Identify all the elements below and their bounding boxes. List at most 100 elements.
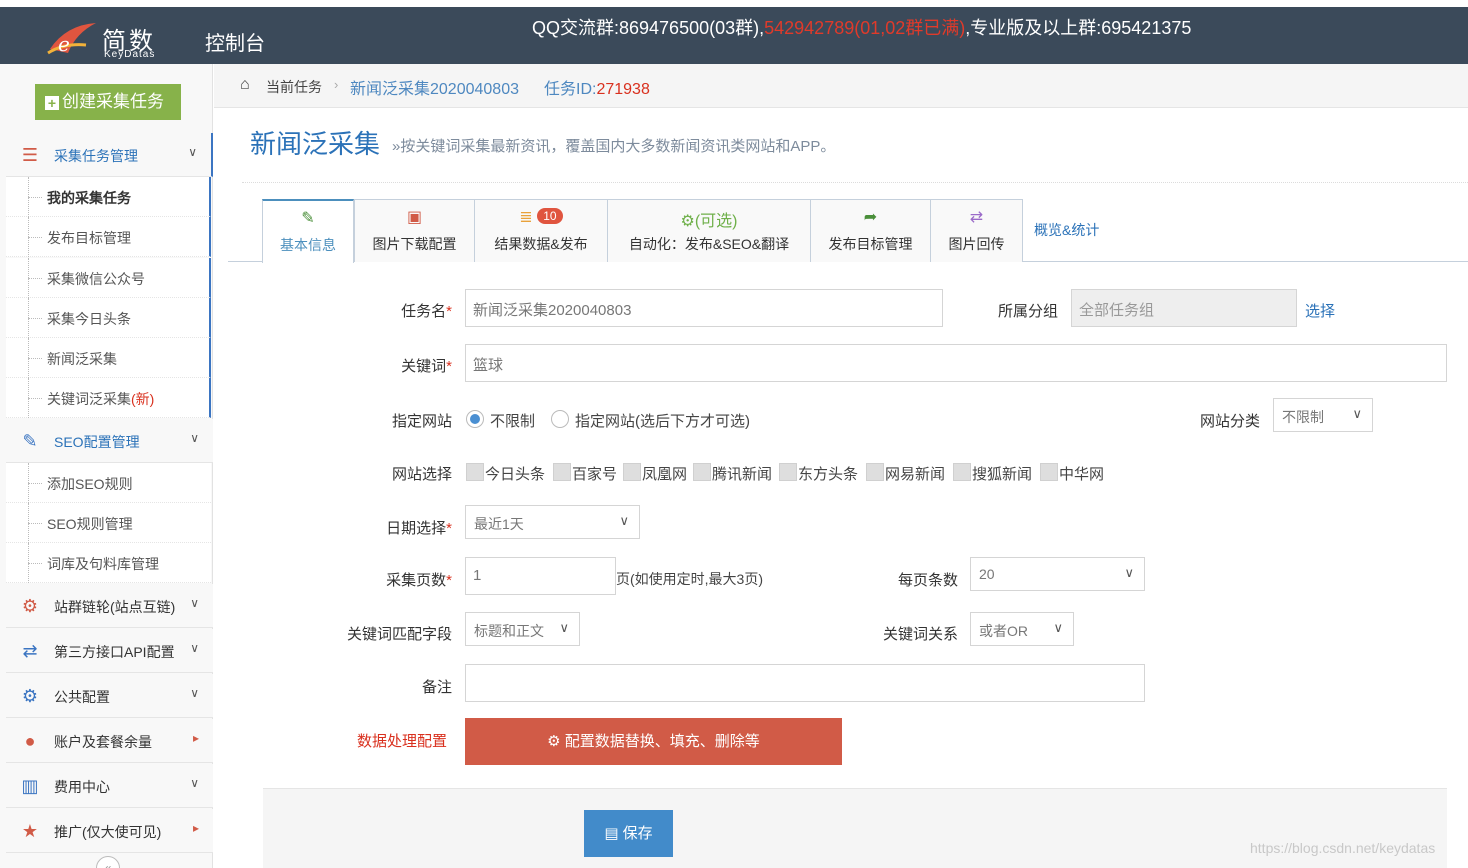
new-tag: (新) [131,391,155,407]
site-checkbox-label[interactable]: 中华网 [1059,463,1104,484]
site-checkbox[interactable] [953,463,971,481]
radio-unlimited[interactable] [466,410,484,428]
tab-results-publish[interactable]: ≣ 10 结果数据&发布 [474,199,608,262]
breadcrumb: ⌂ 当前任务 › 新闻泛采集2020040803 任务ID:271938 [214,64,1468,108]
chevron-down-icon: ∨ [1352,406,1362,421]
tab-overview-stats[interactable]: 概览&统计 [1034,220,1099,240]
site-checkbox[interactable] [553,463,571,481]
site-checkbox[interactable] [623,463,641,481]
sidebar-item-wechat[interactable]: 采集微信公众号 [6,258,211,298]
logo-mark-icon: e [47,23,96,56]
match-field-label: 关键词匹配字段 [346,626,452,643]
site-checkbox[interactable] [1040,463,1058,481]
task-id-value: 271938 [596,81,650,98]
nav-promotion[interactable]: ★ 推广(仅大使可见) ▸ [6,809,213,853]
create-task-button[interactable]: + 创建采集任务 [35,84,181,120]
site-checkbox[interactable] [866,463,884,481]
group-label: 所属分组 [997,303,1058,320]
data-processing-button[interactable]: ⚙ 配置数据替换、填充、删除等 [465,718,842,765]
tab-label: 基本信息 [280,237,336,253]
nav-site-links[interactable]: ⚙ 站群链轮(站点互链) ∨ [6,584,213,628]
keyword-input[interactable]: 篮球 [465,344,1447,382]
edit-icon: ✎ [301,210,315,227]
chevron-down-icon: ∨ [190,686,199,700]
select-value: 或者OR [979,623,1028,639]
required-mark: * [446,572,452,589]
label-text: 关键词 [401,358,447,375]
qq-group-notice: QQ交流群:869476500(03群),542942789(01,02群已满)… [532,14,1191,40]
site-checkbox-label[interactable]: 今日头条 [485,463,545,484]
select-value: 标题和正文 [474,623,544,639]
edit-icon: ✎ [22,431,38,451]
site-category-select[interactable]: 不限制 ∨ [1273,398,1373,432]
site-checkbox-label[interactable]: 凤凰网 [642,463,687,484]
radio-specified[interactable] [551,410,569,428]
sidebar-item-corpus[interactable]: 词库及句料库管理 [6,543,211,583]
nav-public-config[interactable]: ⚙ 公共配置 ∨ [6,674,213,718]
nav-label: 第三方接口API配置 [54,644,175,660]
note-input[interactable] [465,664,1145,702]
watermark: https://blog.csdn.net/keydatas [1250,840,1436,856]
tab-basic-info[interactable]: ✎ 基本信息 [262,199,354,263]
gears-icon: ⚙(可选) [680,213,738,230]
sidebar-item-seo-rules[interactable]: SEO规则管理 [6,503,211,543]
sidebar-item-news-collect[interactable]: 新闻泛采集 [6,338,211,378]
logo-subtext: KeyDatas [104,49,156,60]
sidebar-item-publish-targets[interactable]: 发布目标管理 [6,217,211,257]
group-select-link[interactable]: 选择 [1305,300,1335,321]
breadcrumb-current[interactable]: 当前任务 [266,77,322,97]
sidebar-item-toutiao[interactable]: 采集今日头条 [6,298,211,338]
site-checkbox-label[interactable]: 腾讯新闻 [712,463,772,484]
site-checkbox[interactable] [466,463,484,481]
tab-label: 发布目标管理 [828,236,913,252]
radio-unlimited-label[interactable]: 不限制 [490,410,535,431]
site-checkbox[interactable] [693,463,711,481]
pages-hint: 页(如使用定时,最大3页) [616,571,763,587]
tab-publish-targets[interactable]: ➦ 发布目标管理 [810,199,931,262]
tab-automation[interactable]: ⚙(可选) 自动化：发布&SEO&翻译 [607,199,811,262]
home-icon[interactable]: ⌂ [240,76,250,94]
site-checkbox-label[interactable]: 百家号 [572,463,617,484]
date-select[interactable]: 最近1天 ∨ [465,505,640,539]
create-task-label: 创建采集任务 [62,92,164,111]
sidebar-item-my-tasks[interactable]: 我的采集任务 [6,177,211,217]
save-button[interactable]: ▤ 保存 [584,810,673,857]
sidebar-item-add-seo[interactable]: 添加SEO规则 [6,463,211,503]
nav-account[interactable]: ● 账户及套餐余量 ▸ [6,719,213,763]
per-page-select[interactable]: 20 ∨ [970,557,1145,591]
nav-seo-management[interactable]: ✎ SEO配置管理 ∨ [6,419,213,463]
site-category-label: 网站分类 [1199,413,1260,430]
list-icon: ☰ [21,145,39,165]
radio-specified-label[interactable]: 指定网站(选后下方才可选) [575,410,750,431]
site-checkbox-label[interactable]: 搜狐新闻 [972,463,1032,484]
site-checkbox-label[interactable]: 网易新闻 [885,463,945,484]
chevron-down-icon: ∨ [190,641,199,655]
tab-label: 自动化：发布&SEO&翻译 [628,236,790,252]
match-field-select[interactable]: 标题和正文 ∨ [465,612,580,646]
relation-select[interactable]: 或者OR ∨ [970,612,1074,646]
sidebar-item-label: 新闻泛采集 [47,351,117,367]
tab-image-callback[interactable]: ⇄ 图片回传 [930,199,1023,262]
chevron-down-icon: ∨ [559,620,569,635]
label-text: 日期选择 [386,520,447,537]
nav-billing[interactable]: ▥ 费用中心 ∨ [6,764,213,808]
logo[interactable]: e 简数 KeyDatas [46,17,176,61]
nav-task-management[interactable]: ☰ 采集任务管理 ∨ [6,133,213,177]
chevron-down-icon: ∨ [188,145,197,159]
tab-label: 图片下载配置 [372,236,457,252]
chevron-down-icon: ∨ [190,596,199,610]
gears-icon: ⚙ [21,596,39,616]
site-spec-label: 指定网站 [391,413,452,430]
sidebar-item-keyword-collect[interactable]: 关键词泛采集(新) [6,378,211,418]
site-checkbox[interactable] [779,463,797,481]
plus-icon: + [45,96,59,110]
tab-image-download[interactable]: ▣ 图片下载配置 [354,199,475,262]
nav-api-config[interactable]: ⇄ 第三方接口API配置 ∨ [6,629,213,673]
site-checkbox-label[interactable]: 东方头条 [798,463,858,484]
group-input[interactable]: 全部任务组 [1071,289,1297,327]
chevron-down-icon: ∨ [619,513,629,528]
console-title[interactable]: 控制台 [205,27,265,56]
pages-input[interactable]: 1 [465,557,616,595]
note-label: 备注 [421,679,452,696]
task-name-input[interactable]: 新闻泛采集2020040803 [465,289,943,327]
